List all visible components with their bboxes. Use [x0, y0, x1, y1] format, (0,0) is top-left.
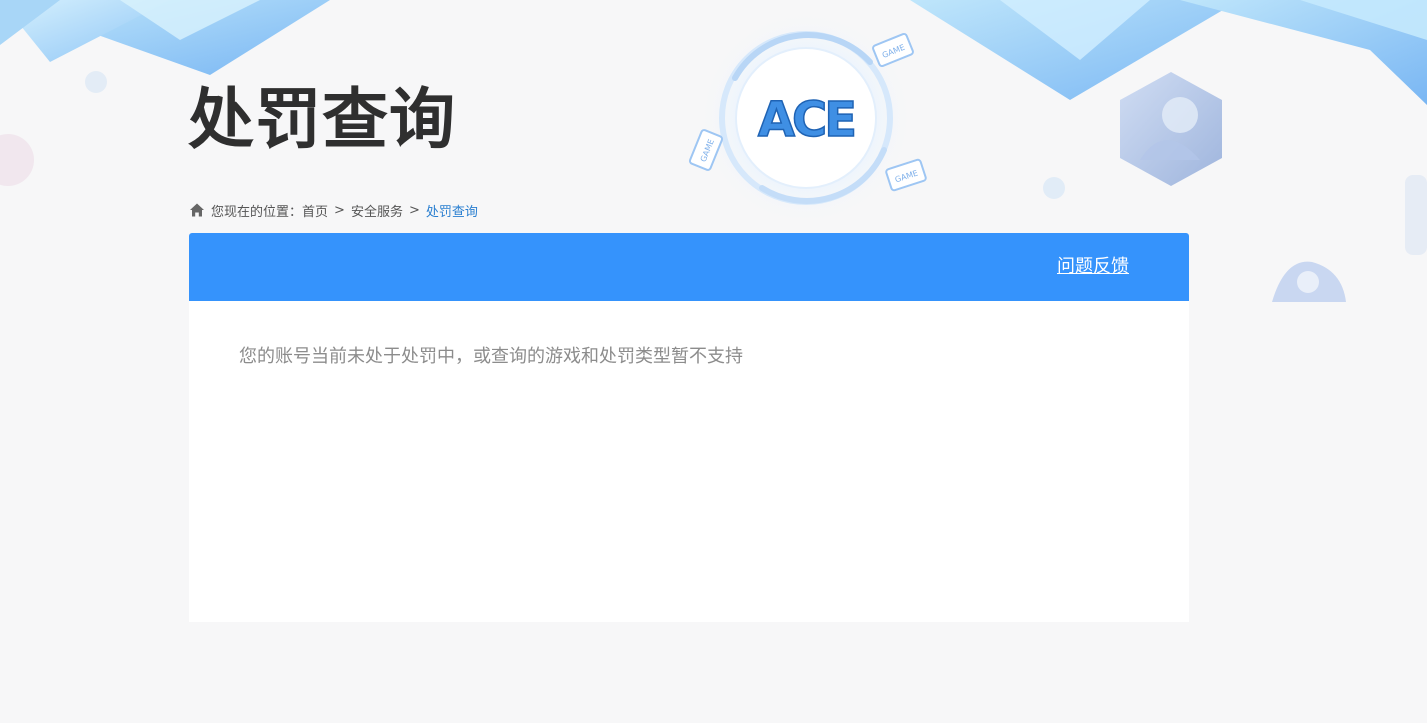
breadcrumb-separator: > — [408, 202, 420, 218]
breadcrumb-prefix: 您现在的位置： — [211, 204, 303, 220]
character-small — [1272, 261, 1346, 302]
home-icon — [190, 203, 204, 217]
panel-header: 问题反馈 — [189, 233, 1189, 301]
breadcrumb-item-security-service[interactable]: 安全服务 — [351, 201, 403, 220]
svg-text:GAME: GAME — [699, 138, 716, 163]
breadcrumb: 您现在的位置： 首页 > 安全服务 > 处罚查询 — [189, 200, 478, 220]
svg-text:GAME: GAME — [894, 168, 919, 184]
breadcrumb-item-home[interactable]: 首页 — [302, 201, 328, 220]
feedback-link[interactable]: 问题反馈 — [1057, 255, 1129, 279]
svg-text:ACE: ACE — [758, 92, 854, 148]
top-right-triangles — [910, 0, 1427, 105]
result-panel: 问题反馈 您的账号当前未处于处罚中，或查询的游戏和处罚类型暂不支持 — [189, 233, 1189, 622]
breadcrumb-separator: > — [334, 202, 345, 218]
top-left-triangles — [0, 0, 330, 75]
svg-text:GAME: GAME — [881, 43, 906, 60]
result-message: 您的账号当前未处于处罚中，或查询的游戏和处罚类型暂不支持 — [239, 346, 743, 367]
breadcrumb-item-current: 处罚查询 — [425, 204, 478, 220]
page-title: 处罚查询 — [188, 81, 456, 158]
character-hexagon — [1120, 72, 1222, 186]
ace-logo: ACE GAME GAME GAME — [688, 10, 927, 226]
